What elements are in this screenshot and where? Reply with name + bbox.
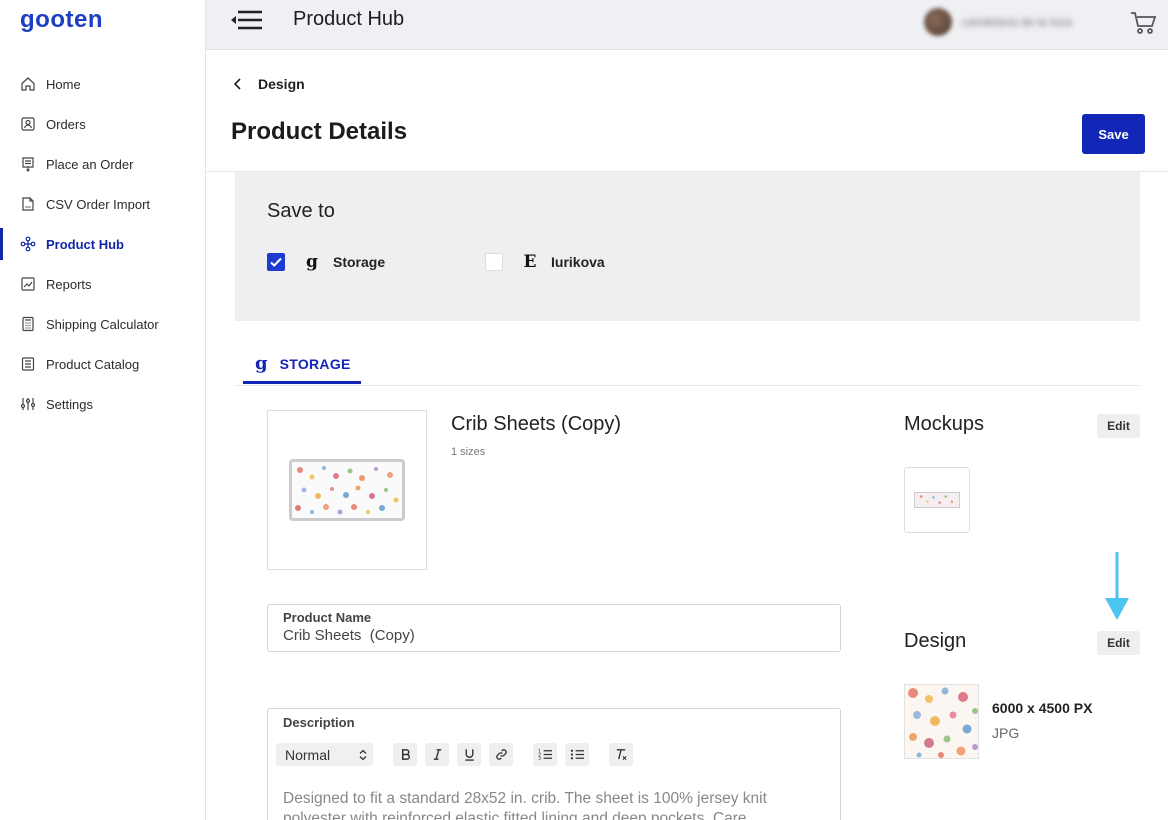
mockups-title: Mockups (904, 413, 985, 435)
sidebar-item-label: Home (46, 76, 81, 92)
settings-icon (20, 396, 36, 412)
sidebar-item-label: CSV Order Import (46, 196, 151, 212)
edit-mockups-button[interactable]: Edit (1097, 414, 1140, 438)
field-label: Product Name (283, 610, 372, 625)
ordered-list-icon[interactable]: 123 (533, 743, 557, 766)
home-icon (20, 76, 36, 92)
etsy-store-icon: E (523, 252, 537, 272)
link-icon[interactable] (489, 743, 513, 766)
cart-icon[interactable] (1130, 10, 1158, 36)
sidebar-item-label: Product Hub (46, 236, 124, 252)
edit-design-button[interactable]: Edit (1097, 631, 1140, 655)
sidebar-item-reports[interactable]: Reports (0, 264, 205, 304)
avatar (924, 8, 952, 36)
store-name: Storage (333, 254, 386, 270)
sidebar-item-label: Place an Order (46, 156, 134, 172)
description-editor[interactable]: Description Normal 123 Designed to fit a… (267, 708, 841, 820)
design-file-type: JPG (992, 725, 1020, 741)
sidebar-item-label: Reports (46, 276, 92, 292)
app-title: Product Hub (293, 8, 405, 30)
sidebar-item-label: Settings (46, 396, 93, 412)
sidebar-item-orders[interactable]: Orders (0, 104, 205, 144)
sidebar-item-product-hub[interactable]: Product Hub (0, 224, 205, 264)
sidebar-nav: Home Orders Place an Order CSV Order Imp… (0, 64, 205, 424)
product-name-field[interactable]: Product Name (267, 604, 841, 652)
breadcrumb-label: Design (258, 76, 305, 92)
sidebar-item-product-catalog[interactable]: Product Catalog (0, 344, 205, 384)
bullet-list-icon[interactable] (565, 743, 589, 766)
user-name: candelaria de la loza (962, 15, 1073, 29)
design-thumbnail[interactable] (904, 684, 979, 759)
bold-icon[interactable] (393, 743, 417, 766)
svg-text:3: 3 (538, 756, 541, 761)
gooten-logo[interactable]: gooten (20, 6, 103, 34)
check-icon (270, 257, 282, 267)
gooten-store-icon: g (255, 353, 268, 374)
save-button[interactable]: Save (1082, 114, 1145, 154)
design-dimensions: 6000 x 4500 PX (992, 700, 1093, 716)
orders-icon (20, 116, 36, 132)
mockup-preview (914, 492, 960, 508)
down-arrow-icon (1105, 552, 1129, 620)
product-name-input[interactable] (283, 627, 823, 644)
place-order-icon (20, 156, 36, 172)
product-name: Crib Sheets (Copy) (451, 413, 622, 435)
sidebar-item-settings[interactable]: Settings (0, 384, 205, 424)
sidebar-item-shipping-calculator[interactable]: Shipping Calculator (0, 304, 205, 344)
tab-label: STORAGE (279, 355, 351, 372)
save-to-panel: Save to g Storage E Iurikova (235, 172, 1140, 321)
sidebar-item-label: Shipping Calculator (46, 316, 159, 332)
storage-checkbox[interactable] (267, 253, 285, 271)
product-image (267, 410, 427, 570)
store-name: Iurikova (551, 254, 605, 270)
mockup-thumbnail[interactable] (904, 467, 970, 533)
save-to-title: Save to (267, 200, 335, 222)
product-hub-icon (20, 236, 36, 252)
italic-icon[interactable] (425, 743, 449, 766)
underline-icon[interactable] (457, 743, 481, 766)
product-sizes: 1 sizes (451, 446, 486, 458)
calculator-icon (20, 316, 36, 332)
description-text[interactable]: Designed to fit a standard 28x52 in. cri… (283, 789, 823, 820)
gooten-store-icon: g (306, 252, 318, 272)
design-title: Design (904, 630, 967, 652)
page-title: Product Details (231, 118, 408, 145)
sidebar-item-label: Product Catalog (46, 356, 140, 372)
editor-toolbar: Normal 123 (276, 743, 633, 766)
sidebar-item-label: Orders (46, 116, 86, 132)
format-select[interactable]: Normal (276, 743, 373, 766)
format-select-value: Normal (285, 746, 331, 763)
clear-format-icon[interactable] (609, 743, 633, 766)
sidebar-item-csv-order-import[interactable]: CSV Order Import (0, 184, 205, 224)
menu-collapse-icon[interactable] (230, 10, 264, 30)
store-option-storage[interactable]: g Storage (267, 252, 385, 272)
top-bar: Product Hub candelaria de la loza (206, 0, 1168, 50)
sidebar-item-place-order[interactable]: Place an Order (0, 144, 205, 184)
field-label: Description (283, 715, 355, 730)
user-menu[interactable]: candelaria de la loza (924, 8, 1072, 36)
select-arrows-icon (359, 749, 367, 760)
tab-storage[interactable]: g STORAGE (243, 352, 361, 384)
sidebar: gooten Home Orders Place an Order CSV Or… (0, 0, 206, 820)
chevron-left-icon (233, 78, 241, 90)
sidebar-item-home[interactable]: Home (0, 64, 205, 104)
store-option-iurikova[interactable]: E Iurikova (485, 252, 605, 272)
divider (235, 385, 1140, 386)
reports-icon (20, 276, 36, 292)
breadcrumb[interactable]: Design (232, 76, 305, 92)
iurikova-checkbox[interactable] (485, 253, 503, 271)
catalog-icon (20, 356, 36, 372)
crib-sheet-preview (289, 459, 405, 521)
csv-icon (20, 196, 36, 212)
